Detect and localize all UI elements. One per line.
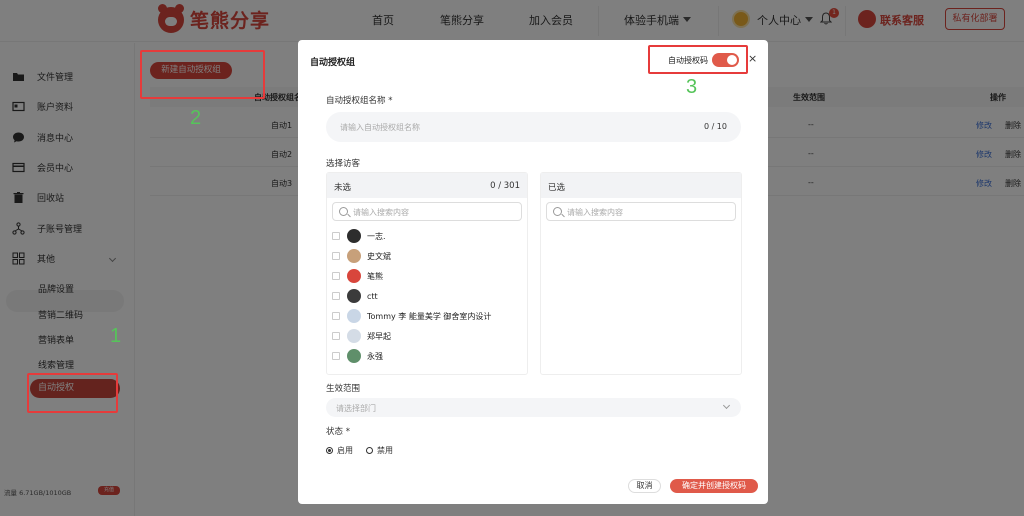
- radio-empty-icon: [366, 447, 373, 454]
- visitor-name: 永强: [367, 351, 383, 361]
- avatar: [347, 349, 361, 363]
- visitor-name: 笔熊: [367, 271, 383, 281]
- annotation-box-3: [648, 45, 748, 74]
- radio-label: 启用: [337, 446, 353, 455]
- checkbox[interactable]: [332, 292, 340, 300]
- unselected-count: 0 / 301: [490, 181, 520, 191]
- checkbox[interactable]: [332, 232, 340, 240]
- department-placeholder: 请选择部门: [336, 404, 376, 413]
- cancel-button[interactable]: 取消: [628, 479, 661, 493]
- status-disabled-radio[interactable]: 禁用: [366, 445, 393, 456]
- unselected-search-input[interactable]: 请输入搜索内容: [332, 202, 522, 221]
- list-item[interactable]: 一志.: [332, 228, 386, 244]
- list-item[interactable]: ctt: [332, 288, 378, 304]
- avatar: [347, 289, 361, 303]
- group-name-label-text: 自动授权组名称: [326, 96, 386, 106]
- list-item[interactable]: 史文斌: [332, 248, 391, 264]
- checkbox[interactable]: [332, 252, 340, 260]
- list-item[interactable]: Tommy 李 能量美学 御舍室内设计: [332, 308, 491, 324]
- annotation-number-1: 1: [110, 325, 122, 347]
- required-mark: *: [388, 96, 393, 106]
- close-icon[interactable]: ×: [748, 52, 757, 65]
- visitor-name: 史文斌: [367, 251, 391, 261]
- unselected-title: 未选: [334, 183, 352, 193]
- chevron-down-icon: [722, 401, 731, 410]
- avatar: [347, 269, 361, 283]
- list-item[interactable]: 笔熊: [332, 268, 383, 284]
- checkbox[interactable]: [332, 272, 340, 280]
- selected-visitors-panel: 已选 请输入搜索内容: [540, 172, 742, 375]
- visitor-name: Tommy 李 能量美学 御舍室内设计: [367, 311, 492, 321]
- search-placeholder: 请输入搜索内容: [353, 208, 409, 217]
- list-item[interactable]: 永强: [332, 348, 383, 364]
- selected-title: 已选: [548, 183, 566, 193]
- selected-search-input[interactable]: 请输入搜索内容: [546, 202, 736, 221]
- annotation-box-1: [27, 373, 118, 413]
- checkbox[interactable]: [332, 312, 340, 320]
- visitor-name: 郑早起: [367, 331, 391, 341]
- dialog-title: 自动授权组: [310, 58, 356, 68]
- list-item[interactable]: 郑早起: [332, 328, 391, 344]
- confirm-create-button[interactable]: 确定并创建授权码: [670, 479, 758, 493]
- checkbox[interactable]: [332, 352, 340, 360]
- visitors-label: 选择访客: [326, 159, 361, 169]
- status-label-text: 状态: [326, 427, 344, 437]
- required-mark: *: [345, 427, 350, 437]
- avatar: [347, 329, 361, 343]
- panel-header: 已选: [541, 173, 741, 198]
- visitor-name: ctt: [367, 291, 378, 301]
- annotation-number-3: 3: [686, 76, 698, 98]
- auto-auth-group-dialog: 自动授权组 自动授权码 × 自动授权组名称 * 请输入自动授权组名称 0 / 1…: [298, 40, 768, 504]
- department-select[interactable]: 请选择部门: [326, 398, 741, 417]
- group-name-counter: 0 / 10: [703, 122, 727, 131]
- search-placeholder: 请输入搜索内容: [567, 208, 623, 217]
- avatar: [347, 249, 361, 263]
- visitor-name: 一志.: [367, 231, 386, 241]
- checkbox[interactable]: [332, 332, 340, 340]
- unselected-visitors-panel: 未选 0 / 301 请输入搜索内容 一志. 史文斌 笔熊 ctt Tommy …: [326, 172, 528, 375]
- group-name-input[interactable]: 请输入自动授权组名称 0 / 10: [326, 112, 741, 142]
- group-name-placeholder: 请输入自动授权组名称: [340, 123, 420, 132]
- search-icon: [339, 207, 348, 216]
- status-enabled-radio[interactable]: 启用: [326, 445, 353, 456]
- status-label: 状态 *: [326, 425, 350, 437]
- radio-label: 禁用: [377, 446, 393, 455]
- scope-label: 生效范围: [326, 384, 361, 394]
- radio-selected-icon: [326, 447, 333, 454]
- avatar: [347, 229, 361, 243]
- search-icon: [553, 207, 562, 216]
- group-name-label: 自动授权组名称 *: [326, 94, 392, 106]
- annotation-number-2: 2: [190, 107, 202, 129]
- avatar: [347, 309, 361, 323]
- annotation-box-2: [140, 50, 265, 99]
- panel-header: 未选 0 / 301: [327, 173, 527, 198]
